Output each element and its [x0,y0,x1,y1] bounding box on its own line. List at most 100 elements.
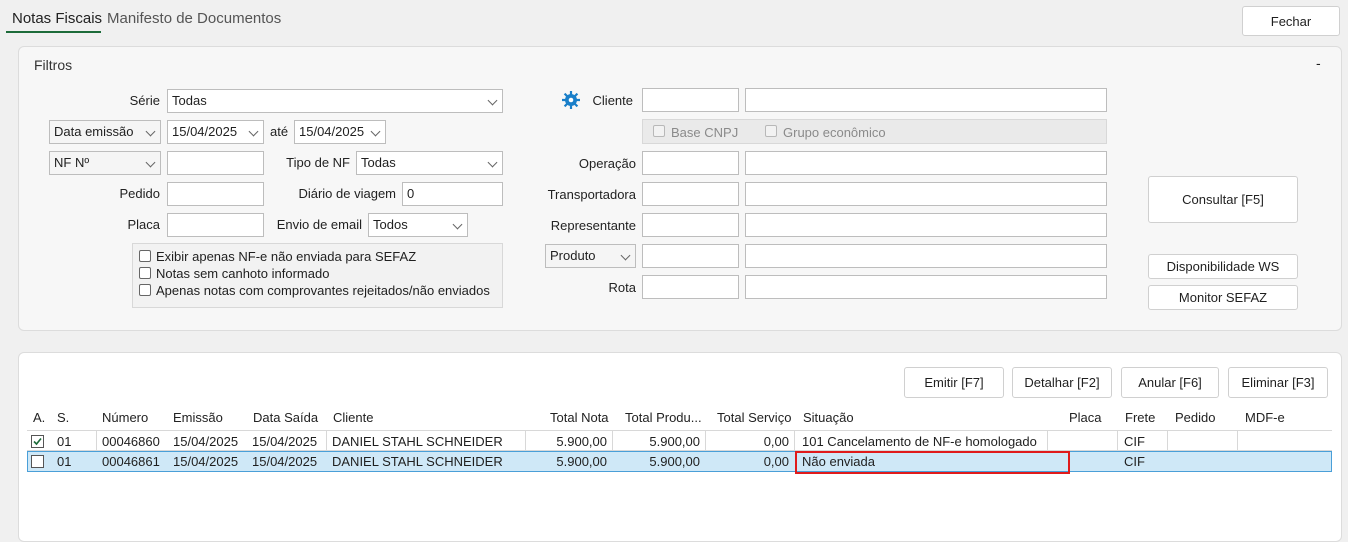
transportadora-code-input[interactable] [642,182,739,206]
cliente-name-input[interactable] [745,88,1107,112]
produto-type-select[interactable]: Produto [545,244,636,268]
eliminar-button[interactable]: Eliminar [F3] [1228,367,1328,398]
cell-frete: CIF [1124,454,1145,469]
cliente-code-input[interactable] [642,88,739,112]
diario-viagem-label: Diário de viagem [298,186,396,201]
cb-comprovantes-rejeitados[interactable] [139,284,151,296]
col-numero[interactable]: Número [102,410,148,425]
diario-viagem-input[interactable]: 0 [402,182,503,206]
representante-code-input[interactable] [642,213,739,237]
ate-label: até [270,124,289,139]
cell-placa [1063,431,1073,452]
operacao-name-input[interactable] [745,151,1107,175]
tab-manifesto-documentos[interactable]: Manifesto de Documentos [107,10,281,27]
col-total-nota[interactable]: Total Nota [550,410,609,425]
transportadora-name-input[interactable] [745,182,1107,206]
cliente-label: Cliente [592,93,633,108]
col-emissao[interactable]: Emissão [173,410,223,425]
table-row-selected[interactable]: 01 00046861 15/04/2025 15/04/2025 DANIEL… [27,451,1332,472]
transportadora-label: Transportadora [547,187,636,202]
rota-name-input[interactable] [745,275,1107,299]
cell-mdfe [1240,451,1250,472]
cb-nfe-nao-enviada-label: Exibir apenas NF-e não enviada para SEFA… [156,249,417,264]
col-a[interactable]: A. [33,410,45,425]
pedido-input[interactable] [167,182,264,206]
cell-numero: 00046861 [102,454,160,469]
grupo-economico-label: Grupo econômico [783,125,886,140]
envio-email-label: Envio de email [276,217,362,232]
pedido-label: Pedido [119,186,160,201]
row-checkbox-cell[interactable] [31,431,49,452]
date-to-picker[interactable]: 15/04/2025 [294,120,386,144]
produto-name-input[interactable] [745,244,1107,268]
cb-base-cnpj[interactable] [653,125,665,137]
cb-sem-canhoto[interactable] [139,267,151,279]
col-cliente[interactable]: Cliente [333,410,373,425]
cell-cliente: DANIEL STAHL SCHNEIDER [332,454,503,469]
unchecked-checkbox-icon[interactable] [31,455,44,468]
cell-total-nota: 5.900,00 [556,454,607,469]
cell-serie: 01 [57,434,72,449]
monitor-sefaz-button[interactable]: Monitor SEFAZ [1148,285,1298,310]
representante-label: Representante [550,218,636,233]
table-row[interactable]: 01 00046860 15/04/2025 15/04/2025 DANIEL… [27,430,1332,452]
col-data-saida[interactable]: Data Saída [253,410,318,425]
serie-select[interactable]: Todas [167,89,503,113]
cell-data-saida: 15/04/2025 [252,434,318,449]
situacao-highlight-box [795,451,1070,474]
col-placa[interactable]: Placa [1069,410,1102,425]
col-total-servico[interactable]: Total Serviço [717,410,791,425]
tab-notas-fiscais[interactable]: Notas Fiscais [12,10,102,27]
nf-type-select[interactable]: NF Nº [49,151,161,175]
chevron-down-icon [487,157,498,168]
col-mdfe[interactable]: MDF-e [1245,410,1285,425]
chevron-down-icon [452,219,463,230]
base-cnpj-label: Base CNPJ [671,125,739,140]
cb-sem-canhoto-label: Notas sem canhoto informado [156,266,330,281]
operacao-code-input[interactable] [642,151,739,175]
emitir-button[interactable]: Emitir [F7] [904,367,1004,398]
serie-label: Série [129,93,160,108]
chevron-down-icon [487,95,498,106]
envio-email-select[interactable]: Todos [368,213,468,237]
disponibilidade-ws-button[interactable]: Disponibilidade WS [1148,254,1298,279]
date-type-select[interactable]: Data emissão [49,120,161,144]
produto-code-input[interactable] [642,244,739,268]
cb-nfe-nao-enviada[interactable] [139,250,151,262]
col-pedido[interactable]: Pedido [1175,410,1215,425]
cell-cliente: DANIEL STAHL SCHNEIDER [332,434,503,449]
date-from-picker[interactable]: 15/04/2025 [167,120,264,144]
cell-emissao: 15/04/2025 [173,454,239,469]
cell-mdfe [1240,431,1250,452]
cell-pedido [1170,431,1180,452]
chevron-down-icon [145,157,156,168]
placa-label: Placa [127,217,160,232]
col-total-produtos[interactable]: Total Produ... [625,410,702,425]
cb-grupo-economico[interactable] [765,125,777,137]
close-button[interactable]: Fechar [1242,6,1340,36]
cb-comprovantes-rejeitados-label: Apenas notas com comprovantes rejeitados… [156,283,490,298]
col-situacao[interactable]: Situação [803,410,854,425]
placa-input[interactable] [167,213,264,237]
chevron-down-icon [620,250,631,261]
cell-serie: 01 [57,454,72,469]
cell-numero: 00046860 [102,434,160,449]
cell-total-produtos: 5.900,00 [649,434,700,449]
nf-number-input[interactable] [167,151,264,175]
anular-button[interactable]: Anular [F6] [1121,367,1219,398]
row-checkbox-cell[interactable] [31,452,49,473]
chevron-down-icon [145,126,156,137]
tipo-nf-select[interactable]: Todas [356,151,503,175]
consultar-button[interactable]: Consultar [F5] [1148,176,1298,223]
representante-name-input[interactable] [745,213,1107,237]
cell-data-saida: 15/04/2025 [252,454,318,469]
detalhar-button[interactable]: Detalhar [F2] [1012,367,1112,398]
chevron-down-icon [370,126,381,137]
col-serie[interactable]: S. [57,410,69,425]
checked-checkbox-icon[interactable] [31,435,44,448]
gear-icon[interactable] [561,90,581,110]
operacao-label: Operação [578,156,636,171]
rota-code-input[interactable] [642,275,739,299]
collapse-filters-button[interactable]: - [1316,55,1321,71]
col-frete[interactable]: Frete [1125,410,1155,425]
